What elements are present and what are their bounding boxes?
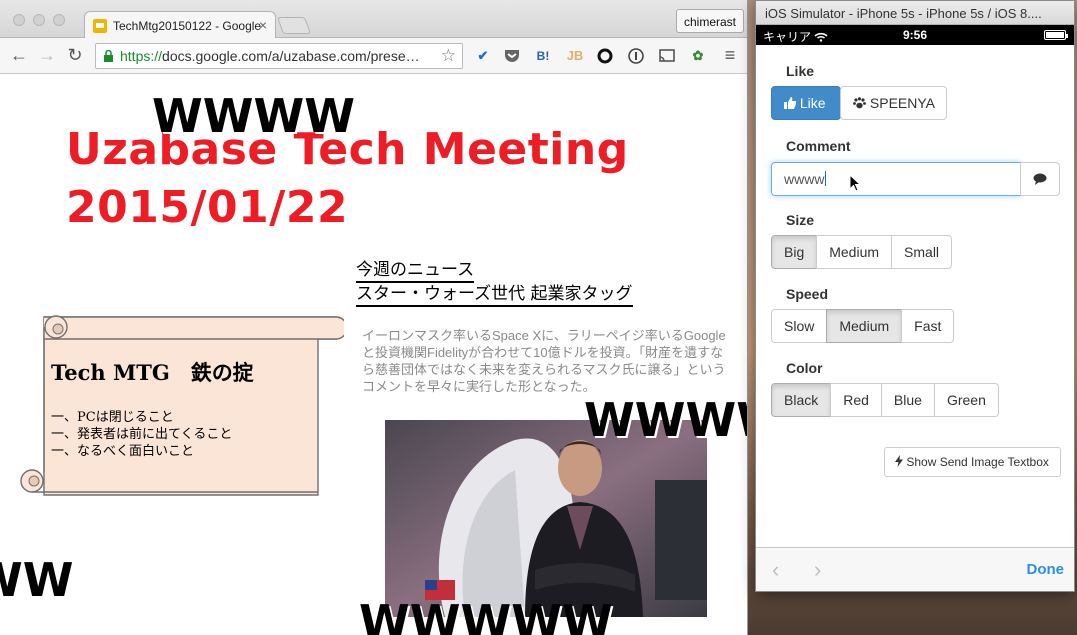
window-minimize-dot[interactable] <box>33 14 45 26</box>
tab-strip: TechMtg20150122 - Google × chimerast <box>0 0 747 39</box>
jb-extension-icon[interactable]: JB <box>566 47 584 65</box>
flowing-comment: WWWW <box>152 89 355 143</box>
keyboard-accessory-bar: ‹ › Done <box>756 547 1074 591</box>
color-option-black[interactable]: Black <box>771 383 832 417</box>
like-button[interactable]: Like <box>771 86 841 120</box>
flowing-comment: WWWWW <box>359 595 613 635</box>
plant-extension-icon[interactable]: ✿ <box>689 47 707 65</box>
pocket-icon[interactable] <box>503 47 521 65</box>
comment-input[interactable]: wwww <box>771 162 1021 196</box>
new-tab-button[interactable] <box>276 17 312 34</box>
color-button-group: Black Red Blue Green <box>771 383 999 417</box>
url-protocol: https:// <box>120 48 163 64</box>
speenya-button[interactable]: SPEENYA <box>840 86 947 120</box>
status-time: 9:56 <box>902 28 928 42</box>
size-button-group: Big Medium Small <box>771 235 953 269</box>
text-caret <box>825 171 827 186</box>
comment-label: Comment <box>786 138 851 154</box>
speenya-button-label: SPEENYA <box>869 95 935 111</box>
reload-icon[interactable]: ↻ <box>64 44 86 66</box>
done-button[interactable]: Done <box>1027 561 1065 578</box>
url-text: docs.google.com/a/uzabase.com/prese… <box>162 48 420 64</box>
like-button-label: Like <box>799 95 826 111</box>
scroll-shape <box>20 315 348 496</box>
hatena-bookmark-icon[interactable]: B! <box>534 47 552 65</box>
browser-window: TechMtg20150122 - Google × chimerast ← →… <box>0 0 748 635</box>
lightning-icon <box>895 455 906 469</box>
mouse-cursor-icon <box>849 174 861 192</box>
size-option-big[interactable]: Big <box>771 235 818 269</box>
color-option-blue[interactable]: Blue <box>880 383 935 417</box>
like-label: Like <box>786 63 815 79</box>
address-bar[interactable]: https://docs.google.com/a/uzabase.com/pr… <box>95 43 463 69</box>
size-option-medium[interactable]: Medium <box>816 235 893 269</box>
ios-simulator-window: iOS Simulator - iPhone 5s - iPhone 5s / … <box>755 0 1075 592</box>
profile-button[interactable]: chimerast <box>676 9 745 33</box>
flowing-comment: WW <box>0 553 74 607</box>
scroll-rule-3: 一、なるべく面白いこと <box>51 444 195 459</box>
speed-button-group: Slow Medium Fast <box>771 309 955 343</box>
simulator-title: iOS Simulator - iPhone 5s - iPhone 5s / … <box>756 1 1074 25</box>
news-body: イーロンマスク率いるSpace Xに、ラリーペイジ率いるGoogleと投資機関F… <box>362 328 726 394</box>
next-field-icon[interactable]: › <box>814 557 821 583</box>
window-zoom-dot[interactable] <box>53 14 65 26</box>
cast-icon[interactable] <box>658 47 676 65</box>
rules-scroll: Tech MTG 鉄の掟 一、PCは閉じること 一、発表者は前に出てくること 一… <box>18 305 348 505</box>
size-label: Size <box>786 212 815 228</box>
news-headline: スター・ウォーズ世代 起業家タッグ <box>356 279 633 307</box>
google-slides-icon <box>93 19 107 33</box>
back-arrow-icon[interactable]: ← <box>8 44 30 66</box>
send-comment-button[interactable] <box>1020 162 1060 196</box>
thumbs-up-icon <box>784 95 800 111</box>
bookmark-star-icon[interactable]: ☆ <box>441 46 456 66</box>
speech-bubble-icon <box>1033 173 1047 185</box>
previous-field-icon[interactable]: ‹ <box>772 557 779 583</box>
forward-arrow-icon[interactable]: → <box>36 44 58 66</box>
lock-icon <box>104 50 113 62</box>
battery-icon <box>1044 30 1068 40</box>
browser-toolbar: ← → ↻ https://docs.google.com/a/uzabase.… <box>0 38 747 74</box>
info-extension-icon[interactable] <box>627 47 645 65</box>
color-option-red[interactable]: Red <box>830 383 882 417</box>
speed-option-medium[interactable]: Medium <box>826 309 903 343</box>
size-option-small[interactable]: Small <box>891 235 953 269</box>
chrome-menu-icon[interactable]: ≡ <box>719 44 741 66</box>
speed-option-fast[interactable]: Fast <box>901 309 955 343</box>
window-close-dot[interactable] <box>13 14 25 26</box>
slide-title-line2: 2015/01/22 <box>66 182 349 233</box>
show-send-image-label: Show Send Image Textbox <box>906 455 1049 469</box>
ios-status-bar: キャリア 9:56 <box>756 25 1074 45</box>
speed-label: Speed <box>786 286 829 302</box>
tab-slides[interactable]: TechMtg20150122 - Google × <box>84 11 276 39</box>
paw-icon <box>853 95 870 111</box>
extension-bird-icon[interactable]: ✔ <box>474 47 492 65</box>
news-photo <box>385 420 707 617</box>
scroll-title: Tech MTG 鉄の掟 <box>51 360 254 385</box>
color-option-green[interactable]: Green <box>933 383 999 417</box>
tab-title: TechMtg20150122 - Google <box>113 19 262 33</box>
flowing-comment: WWWWW <box>584 393 747 447</box>
show-send-image-button[interactable]: Show Send Image Textbox <box>884 447 1061 477</box>
sync-extension-icon[interactable] <box>596 47 614 65</box>
tab-close-icon[interactable]: × <box>259 17 267 33</box>
comment-value: wwww <box>784 171 825 187</box>
slide-canvas: Uzabase Tech Meeting 2015/01/22 WWWW 今週の… <box>0 75 747 635</box>
speed-option-slow[interactable]: Slow <box>771 309 828 343</box>
color-label: Color <box>786 360 823 376</box>
